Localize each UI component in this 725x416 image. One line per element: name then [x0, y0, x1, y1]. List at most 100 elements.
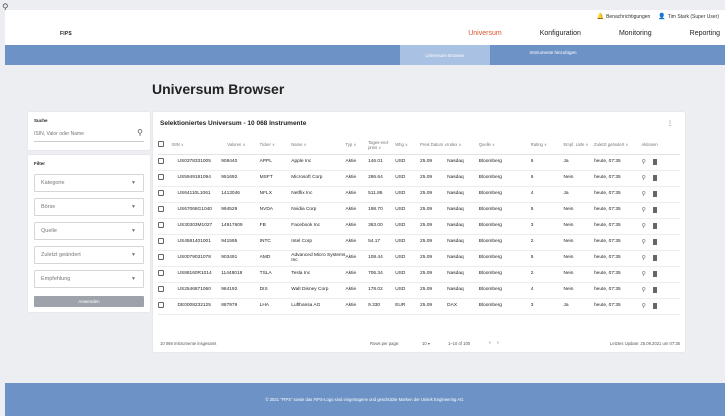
row-checkbox[interactable] [158, 221, 164, 228]
nav-universum[interactable]: Universum [468, 30, 501, 37]
table-row[interactable]: US4581401001 941595 INTC Intel Corp Aktie 54.… [158, 234, 680, 251]
search-input[interactable] [34, 126, 144, 142]
rows-per-page-select[interactable]: 10 ▾ [422, 341, 430, 346]
table-cell: 25.09 [420, 250, 448, 267]
sort-chevron-icon[interactable]: ∨ [271, 142, 275, 147]
next-page-icon[interactable]: › [497, 340, 499, 346]
trash-icon[interactable] [652, 190, 657, 197]
search-icon[interactable]: ⚲ [641, 207, 645, 213]
column-header[interactable]: Whg ∨ [395, 136, 421, 155]
select-all-checkbox[interactable] [158, 141, 164, 148]
subnav-tab-add-instruments[interactable]: Instrumente hinzufügen [493, 45, 613, 59]
table-row[interactable]: US0079031078 903491 AMD Advanced Micro Syst… [158, 250, 680, 267]
row-checkbox[interactable] [158, 285, 164, 292]
sort-chevron-icon[interactable]: ∨ [241, 142, 245, 147]
subnav-tab-universum-browser[interactable]: Universum Browser [400, 45, 490, 65]
trash-icon[interactable] [652, 222, 657, 229]
search-icon[interactable]: ⚲ [641, 223, 645, 229]
table-row[interactable]: US0378331005 908440 APPL Apple Inc Aktie 146.… [158, 154, 680, 171]
sort-chevron-icon[interactable]: ∨ [457, 142, 462, 147]
user-menu[interactable]: 👤 Tim Stark (Super User) [658, 13, 719, 20]
row-checkbox[interactable] [158, 205, 164, 212]
sort-chevron-icon[interactable]: ∨ [352, 142, 356, 147]
more-options-icon[interactable]: ⋮ [667, 120, 673, 127]
table-row[interactable]: DE0008232125 887979 LHA Lufthansa AG Aktie 9.… [158, 298, 680, 315]
filter-exchange-select[interactable]: Börse ▼ [34, 198, 144, 216]
column-header[interactable]: Preis Datum ∨ [420, 136, 448, 155]
table-cell: Lufthansa AG [291, 298, 346, 315]
trash-icon[interactable] [652, 206, 657, 213]
table-cell: TSLA [259, 266, 292, 283]
table-cell: 3 [530, 218, 564, 235]
row-checkbox[interactable] [158, 237, 164, 244]
search-icon[interactable]: ⚲ [641, 191, 645, 197]
trash-icon[interactable] [652, 302, 657, 309]
row-checkbox[interactable] [158, 157, 164, 164]
sort-chevron-icon[interactable]: ∨ [377, 145, 381, 150]
sort-chevron-icon[interactable]: ∨ [404, 142, 408, 147]
row-checkbox[interactable] [158, 173, 164, 180]
table-row[interactable]: US5949181094 951692 MSFT Microsoft Corp Akti… [158, 170, 680, 187]
search-icon[interactable]: ⚲ [641, 271, 645, 277]
actions-cell: ⚲ [641, 234, 680, 251]
filter-category-select[interactable]: Kategorie ▼ [34, 174, 144, 192]
column-header[interactable]: Empf. Liste ∨ [563, 136, 595, 155]
notifications-link[interactable]: 🔔 Benachrichtigungen [597, 13, 651, 20]
rows-per-page-label: Rows per page: [370, 341, 400, 346]
table-row[interactable]: US64110L1061 1413046 NFLX Netflix Inc Aktie 5… [158, 186, 680, 203]
table-cell: Aktie [345, 234, 369, 251]
row-checkbox[interactable] [158, 189, 164, 196]
sort-chevron-icon[interactable]: ∨ [180, 142, 184, 147]
search-icon[interactable]: ⚲ [641, 255, 645, 261]
search-icon[interactable]: ⚲ [641, 175, 645, 181]
row-checkbox[interactable] [158, 269, 164, 276]
column-header[interactable]: Ticker ∨ [259, 136, 292, 155]
logo[interactable]: FIPS [60, 31, 72, 37]
filter-recommendation-select[interactable]: Empfehlung ▼ [34, 270, 144, 288]
nav-reporting[interactable]: Reporting [690, 30, 720, 37]
column-header[interactable]: Tages-end-preis ∨ [368, 136, 396, 155]
table-cell: 25.09 [420, 202, 448, 219]
search-icon[interactable]: ⚲ [641, 287, 645, 293]
column-header[interactable]: Index ∨ [447, 136, 479, 155]
nav-konfiguration[interactable]: Konfiguration [540, 30, 581, 37]
row-checkbox[interactable] [158, 253, 164, 260]
column-header[interactable]: ISIN ∨ [171, 136, 222, 155]
column-header[interactable]: Quelle ∨ [478, 136, 531, 155]
filter-source-select[interactable]: Quelle ▼ [34, 222, 144, 240]
table-cell: Bloomberg [478, 298, 531, 315]
page-title: Universum Browser [152, 81, 285, 97]
column-header[interactable]: Typ ∨ [345, 136, 369, 155]
sort-chevron-icon[interactable]: ∨ [302, 142, 307, 147]
prev-page-icon[interactable]: ‹ [489, 340, 491, 346]
table-cell: heute, 07:35 [594, 298, 642, 315]
sort-chevron-icon[interactable]: ∨ [584, 142, 589, 147]
table-row[interactable]: US67066G1040 994529 NVDA Nvidia Corp Aktie 19… [158, 202, 680, 219]
table-row[interactable]: US2546871060 984192 DIS Walt Disney Corp Akt… [158, 282, 680, 299]
trash-icon[interactable] [652, 270, 657, 277]
table-cell: 908440 [221, 154, 260, 171]
column-header[interactable]: Valoren ∨ [221, 136, 260, 155]
apply-button[interactable]: Anwenden [34, 296, 144, 307]
sort-chevron-icon[interactable]: ∨ [624, 142, 628, 147]
column-header[interactable]: Name ∨ [291, 136, 346, 155]
table-row[interactable]: US30303M1027 14917609 FB Facebook Inc Aktie 3… [158, 218, 680, 235]
nav-monitoring[interactable]: Monitoring [619, 30, 652, 37]
filter-last-changed-select[interactable]: Zuletzt geändert ▼ [34, 246, 144, 264]
trash-icon[interactable] [652, 254, 657, 261]
trash-icon[interactable] [652, 286, 657, 293]
search-icon[interactable]: ⚲ [641, 159, 645, 165]
search-icon[interactable]: ⚲ [137, 128, 143, 137]
search-icon[interactable]: ⚲ [641, 239, 645, 245]
trash-icon[interactable] [652, 174, 657, 181]
trash-icon[interactable] [652, 238, 657, 245]
sort-chevron-icon[interactable]: ∨ [491, 142, 495, 147]
trash-icon[interactable] [652, 158, 657, 165]
notifications-label: Benachrichtigungen [606, 14, 651, 20]
row-checkbox[interactable] [158, 301, 164, 308]
column-header[interactable]: Zuletzt geändert ∨ [594, 136, 642, 155]
sort-chevron-icon[interactable]: ∨ [543, 142, 547, 147]
search-icon[interactable]: ⚲ [641, 303, 645, 309]
table-row[interactable]: US88160R1014 11448018 TSLA Tesla Inc Aktie 70… [158, 266, 680, 283]
column-header[interactable]: Rating ∨ [530, 136, 564, 155]
